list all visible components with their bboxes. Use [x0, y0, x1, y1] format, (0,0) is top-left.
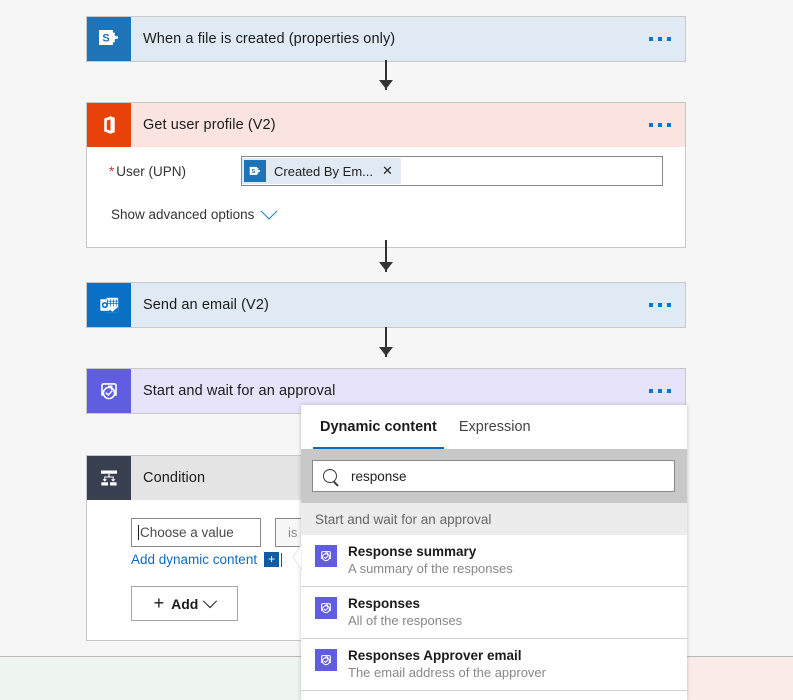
list-item[interactable]: Response summary A summary of the respon… — [301, 535, 687, 587]
dynamic-content-token[interactable]: S Created By Em... ✕ — [242, 158, 401, 184]
approvals-icon — [315, 545, 337, 567]
dynamic-content-panel[interactable]: Dynamic content Expression response Star… — [301, 405, 687, 700]
show-advanced-options-toggle[interactable]: Show advanced options — [87, 195, 685, 233]
condition-branch-if-no[interactable] — [687, 656, 793, 700]
tab-dynamic-content[interactable]: Dynamic content — [313, 405, 444, 449]
list-item-title: Responses — [348, 596, 421, 611]
text-cursor — [281, 552, 283, 567]
search-icon — [323, 469, 337, 483]
outlook-icon — [87, 283, 131, 327]
plus-icon: + — [153, 593, 165, 613]
user-upn-row: * User (UPN) S Created By Em... ✕ — [87, 147, 685, 195]
list-item-description: The email address of the approver — [348, 665, 546, 680]
condition-branch-if-yes[interactable] — [0, 656, 301, 700]
choose-a-value-placeholder: Choose a value — [140, 525, 234, 540]
flow-step-title: Send an email (V2) — [143, 297, 269, 313]
list-item-title: Response summary — [348, 544, 477, 559]
chevron-down-icon — [260, 202, 278, 220]
office365-users-icon — [87, 103, 131, 147]
flow-step-title: When a file is created (properties only) — [143, 31, 396, 47]
flow-step-title: Get user profile (V2) — [143, 117, 276, 133]
flow-step-card-trigger[interactable]: S When a file is created (properties onl… — [86, 16, 686, 62]
user-upn-label-text: User (UPN) — [116, 163, 187, 179]
condition-icon — [87, 456, 131, 500]
list-item[interactable]: Responses All of the responses — [301, 587, 687, 639]
connector-arrow — [379, 80, 393, 89]
list-item[interactable]: Responses Approver email The email addre… — [301, 639, 687, 691]
dynamic-content-search-box[interactable]: response — [312, 460, 675, 492]
flow-step-header[interactable]: Get user profile (V2) — [87, 103, 685, 147]
plus-icon[interactable]: + — [264, 552, 280, 567]
connector-arrow — [379, 262, 393, 271]
flow-step-menu-button[interactable] — [649, 389, 671, 393]
dynamic-content-tablist: Dynamic content Expression — [301, 405, 687, 449]
flow-step-title: Start and wait for an approval — [143, 383, 336, 399]
sharepoint-icon: S — [244, 160, 266, 182]
required-asterisk: * — [109, 163, 115, 179]
svg-text:S: S — [102, 33, 109, 45]
flow-step-card-send-an-email[interactable]: Send an email (V2) — [86, 282, 686, 328]
dynamic-content-list: Response summary A summary of the respon… — [301, 535, 687, 700]
tab-expression[interactable]: Expression — [452, 405, 538, 449]
svg-text:S: S — [251, 169, 255, 175]
add-dynamic-content-label: Add dynamic content — [131, 552, 258, 567]
user-upn-input[interactable]: S Created By Em... ✕ — [241, 156, 663, 186]
connector-arrow — [379, 347, 393, 356]
sharepoint-icon: S — [87, 17, 131, 61]
flow-step-header[interactable]: Send an email (V2) — [87, 283, 685, 327]
text-cursor — [138, 525, 139, 540]
close-icon[interactable]: ✕ — [382, 163, 393, 179]
list-item-title: Responses Approver email — [348, 648, 522, 663]
list-item[interactable]: Responses Approver ID — [301, 691, 687, 700]
add-button-label: Add — [171, 595, 199, 612]
token-label: Created By Em... — [274, 163, 373, 179]
user-upn-label: * User (UPN) — [109, 164, 241, 179]
dynamic-content-search-area: response — [301, 449, 687, 503]
approvals-icon — [315, 597, 337, 619]
add-button[interactable]: + Add — [131, 586, 238, 621]
search-input[interactable]: response — [351, 469, 407, 484]
show-advanced-options-label: Show advanced options — [111, 206, 255, 222]
list-item-description: A summary of the responses — [348, 561, 513, 576]
choose-a-value-input[interactable]: Choose a value — [131, 518, 261, 547]
list-item-description: All of the responses — [348, 613, 463, 628]
approvals-icon — [315, 649, 337, 671]
flow-step-menu-button[interactable] — [649, 303, 671, 307]
flow-step-card-get-user-profile[interactable]: Get user profile (V2) * User (UPN) S Cre… — [86, 102, 686, 248]
flow-designer-canvas: S When a file is created (properties onl… — [0, 0, 793, 700]
flow-step-title: Condition — [143, 470, 206, 486]
flow-step-menu-button[interactable] — [649, 37, 671, 41]
dynamic-content-panel-pointer — [292, 544, 302, 570]
dynamic-content-group-header: Start and wait for an approval — [301, 503, 687, 535]
flow-step-menu-button[interactable] — [649, 123, 671, 127]
flow-step-header[interactable]: S When a file is created (properties onl… — [87, 17, 685, 61]
chevron-down-icon — [203, 593, 218, 608]
approvals-icon — [87, 369, 131, 413]
